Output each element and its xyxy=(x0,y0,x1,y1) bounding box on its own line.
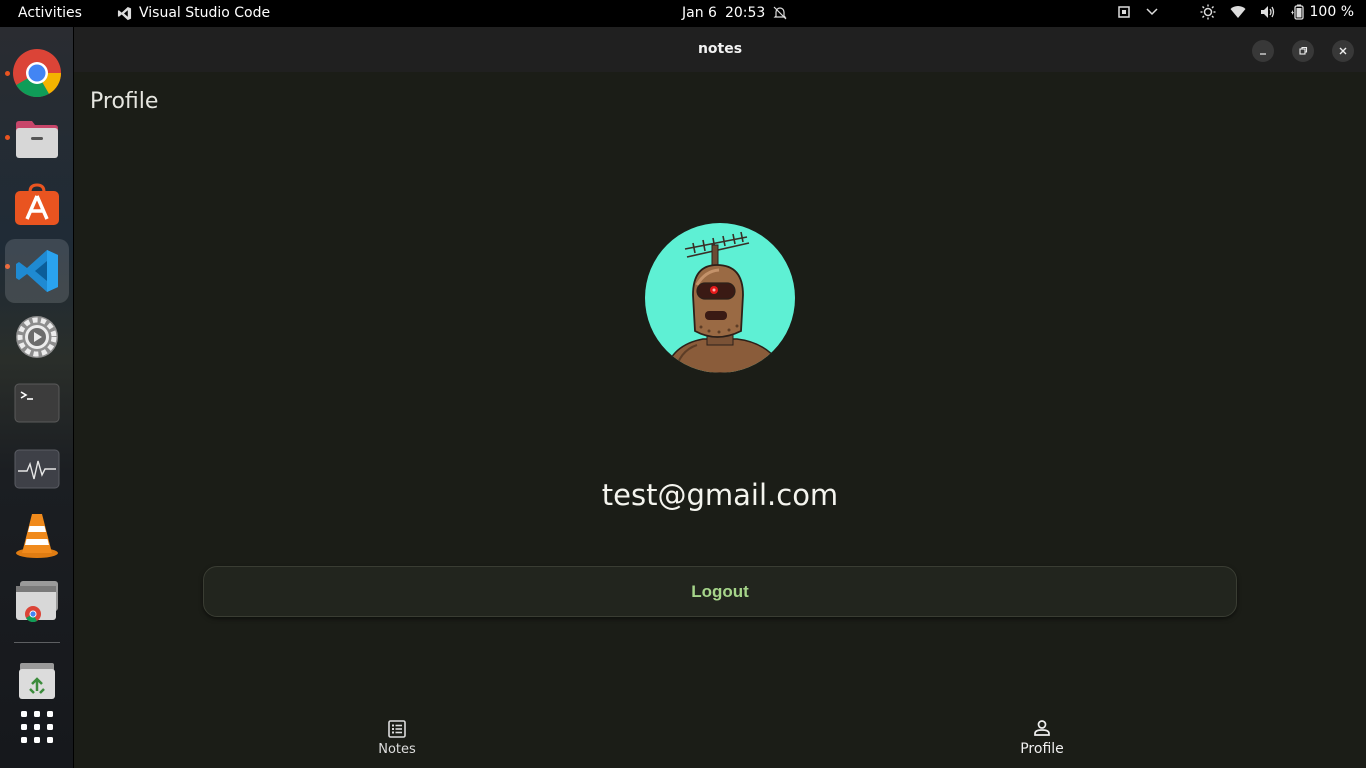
battery-icon xyxy=(1290,4,1304,20)
dock-chrome[interactable] xyxy=(5,41,69,105)
show-apps-icon xyxy=(21,711,53,743)
battery-level: 100 % xyxy=(1309,4,1354,20)
dock xyxy=(0,27,73,768)
restore-icon xyxy=(1299,46,1308,55)
system-monitor-icon xyxy=(14,449,60,489)
dock-separator xyxy=(14,642,60,643)
app-menu[interactable]: Visual Studio Code xyxy=(117,5,270,21)
activities-button[interactable]: Activities xyxy=(18,5,82,21)
robot-avatar-image xyxy=(664,231,786,373)
minimize-button[interactable] xyxy=(1252,40,1274,62)
nav-profile-label: Profile xyxy=(1020,741,1064,757)
person-icon xyxy=(1034,720,1050,736)
bottom-navigation: Notes Profile xyxy=(74,707,1366,768)
notifications-muted-icon xyxy=(773,6,787,20)
page-title: Profile xyxy=(90,89,159,114)
close-icon xyxy=(1339,47,1347,55)
wifi-icon xyxy=(1230,6,1246,19)
chrome-icon xyxy=(13,49,62,98)
chrome-apps-icon xyxy=(16,581,58,622)
app-window: notes Profile test@gmail.com Logout Note… xyxy=(74,27,1366,768)
system-tray[interactable]: 100 % xyxy=(1116,4,1354,20)
app-center-icon xyxy=(15,183,59,225)
top-bar: Activities Visual Studio Code Jan 6 20:5… xyxy=(0,0,1366,27)
brightness-icon xyxy=(1200,4,1216,20)
dock-files[interactable] xyxy=(5,107,69,171)
vscode-icon xyxy=(16,250,58,292)
date: Jan 6 xyxy=(682,5,717,21)
volume-icon xyxy=(1260,6,1274,18)
dock-show-apps[interactable] xyxy=(5,695,69,759)
chevron-down-icon xyxy=(1145,8,1158,16)
logout-button[interactable]: Logout xyxy=(203,566,1237,617)
dock-chrome-apps[interactable] xyxy=(5,569,69,633)
restore-button[interactable] xyxy=(1292,40,1314,62)
dock-vlc[interactable] xyxy=(5,503,69,567)
files-icon xyxy=(16,121,58,158)
settings-icon xyxy=(16,316,58,358)
notes-list-icon xyxy=(388,719,406,738)
nav-notes-label: Notes xyxy=(378,741,416,757)
close-button[interactable] xyxy=(1332,40,1354,62)
avatar[interactable] xyxy=(645,223,795,373)
dock-vscode[interactable] xyxy=(5,239,69,303)
dock-app-center[interactable] xyxy=(5,173,69,237)
window-title: notes xyxy=(697,41,743,57)
dock-settings[interactable] xyxy=(5,305,69,369)
vlc-icon xyxy=(16,514,58,558)
minimize-icon xyxy=(1260,53,1266,55)
nav-profile[interactable]: Profile xyxy=(972,707,1112,768)
terminal-icon xyxy=(14,383,60,423)
time: 20:53 xyxy=(724,5,766,21)
app-name: Visual Studio Code xyxy=(139,5,271,21)
nav-notes[interactable]: Notes xyxy=(327,707,467,768)
title-bar[interactable]: notes xyxy=(74,27,1366,72)
user-email: test@gmail.com xyxy=(601,478,839,512)
dock-terminal[interactable] xyxy=(5,371,69,435)
clock[interactable]: Jan 6 20:53 xyxy=(682,5,787,21)
dock-system-monitor[interactable] xyxy=(5,437,69,501)
vscode-small-icon xyxy=(117,6,132,20)
input-method-icon xyxy=(1117,6,1130,18)
